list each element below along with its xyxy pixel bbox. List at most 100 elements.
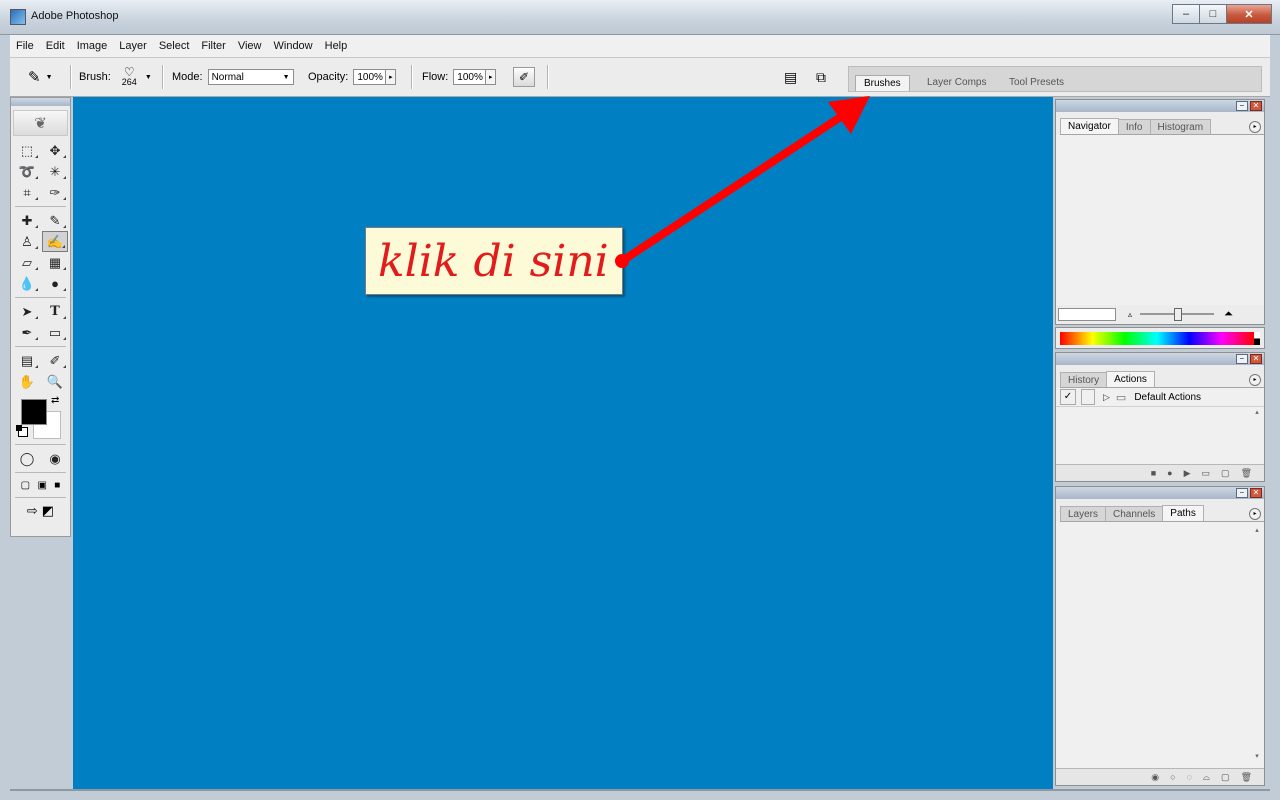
slice-tool-icon[interactable]: ✑	[42, 182, 68, 203]
palette-close-button[interactable]: ✕	[1250, 488, 1262, 498]
menu-select[interactable]: Select	[153, 40, 196, 52]
move-tool-icon[interactable]: ✥	[42, 140, 68, 161]
toggle-palettes-icon[interactable]: ⧉	[816, 69, 826, 86]
lasso-tool-icon[interactable]: ➰	[14, 161, 40, 182]
imageready-icon[interactable]: ◩	[42, 503, 54, 519]
path-selection-tool-icon[interactable]: ➤	[14, 301, 40, 322]
marquee-tool-icon[interactable]: ⬚	[14, 140, 40, 161]
menu-view[interactable]: View	[232, 40, 268, 52]
tool-preset-picker[interactable]: ✎ ▼	[28, 58, 53, 96]
color-spectrum-ramp[interactable]	[1060, 332, 1254, 345]
vertical-scrollbar[interactable]: ▴▾	[1252, 526, 1262, 760]
adobe-online-feather-icon[interactable]: ❦	[13, 110, 68, 136]
list-item[interactable]: ✓ ▷ ▭ Default Actions	[1056, 388, 1264, 407]
blur-tool-icon[interactable]: 💧	[14, 273, 40, 294]
eraser-tool-icon[interactable]: ▱	[14, 252, 40, 273]
trash-icon[interactable]: 🗑	[1241, 772, 1252, 783]
tab-histogram[interactable]: Histogram	[1149, 119, 1212, 134]
clone-stamp-tool-icon[interactable]: ♙	[14, 231, 40, 252]
pen-tool-icon[interactable]: ✒	[14, 322, 40, 343]
well-tab-tool-presets[interactable]: Tool Presets	[1001, 75, 1072, 90]
fill-path-icon[interactable]: ◉	[1151, 772, 1159, 783]
stop-icon[interactable]: ■	[1151, 468, 1156, 478]
close-button[interactable]: ✕	[1226, 4, 1272, 24]
opacity-input[interactable]: 100%	[353, 69, 387, 85]
palette-minimize-button[interactable]: –	[1236, 488, 1248, 498]
airbrush-toggle-button[interactable]: ✐	[513, 67, 535, 87]
tab-actions[interactable]: Actions	[1106, 371, 1155, 387]
magic-wand-tool-icon[interactable]: ✳	[42, 161, 68, 182]
palette-minimize-button[interactable]: –	[1236, 101, 1248, 111]
file-browser-icon[interactable]: ▤	[784, 69, 797, 86]
stroke-path-icon[interactable]: ○	[1170, 772, 1175, 782]
standard-mode-icon[interactable]: ◯	[14, 448, 40, 469]
menu-layer[interactable]: Layer	[113, 40, 153, 52]
flow-input[interactable]: 100%	[453, 69, 487, 85]
palette-menu-icon[interactable]: ▸	[1249, 374, 1261, 386]
chevron-down-icon[interactable]: ▼	[145, 74, 152, 81]
palette-title-bar[interactable]: – ✕	[1056, 487, 1264, 499]
tab-channels[interactable]: Channels	[1105, 506, 1164, 521]
toolbox-title-bar[interactable]	[11, 98, 70, 106]
minimize-button[interactable]: –	[1172, 4, 1200, 24]
dodge-tool-icon[interactable]: ●	[42, 273, 68, 294]
brush-picker[interactable]: ♡ 264	[122, 66, 137, 87]
opacity-slider-toggle[interactable]: ▸	[385, 69, 397, 85]
rectangle-tool-icon[interactable]: ▭	[42, 322, 68, 343]
zoom-in-icon[interactable]: ⏶	[1224, 308, 1233, 321]
maximize-button[interactable]: □	[1199, 4, 1227, 24]
tab-info[interactable]: Info	[1117, 119, 1151, 134]
menu-edit[interactable]: Edit	[40, 40, 71, 52]
zoom-percent-input[interactable]	[1058, 307, 1116, 321]
gradient-tool-icon[interactable]: ▦	[42, 252, 68, 273]
tab-paths[interactable]: Paths	[1162, 505, 1204, 521]
notes-tool-icon[interactable]: ▤	[14, 350, 40, 371]
checkmark-icon[interactable]: ✓	[1060, 389, 1076, 405]
type-tool-icon[interactable]: T	[42, 301, 68, 322]
menu-window[interactable]: Window	[268, 40, 319, 52]
record-icon[interactable]: ●	[1167, 468, 1172, 478]
zoom-tool-icon[interactable]: 🔍	[42, 371, 68, 392]
eyedropper-tool-icon[interactable]: ✐	[42, 350, 68, 371]
menu-image[interactable]: Image	[71, 40, 114, 52]
flow-slider-toggle[interactable]: ▸	[485, 69, 497, 85]
full-screen-menu-mode-icon[interactable]: ▣	[37, 480, 46, 491]
dialog-toggle-box[interactable]	[1081, 389, 1095, 405]
tab-layers[interactable]: Layers	[1060, 506, 1107, 521]
palette-close-button[interactable]: ✕	[1250, 101, 1262, 111]
palette-title-bar[interactable]: – ✕	[1056, 100, 1264, 112]
new-path-icon[interactable]: ▢	[1221, 772, 1230, 783]
tab-history[interactable]: History	[1060, 372, 1108, 387]
crop-tool-icon[interactable]: ⌗	[14, 182, 40, 203]
black-white-swatch[interactable]	[1254, 332, 1260, 345]
zoom-slider[interactable]	[1140, 308, 1215, 321]
tab-navigator[interactable]: Navigator	[1060, 118, 1119, 134]
expand-triangle-icon[interactable]: ▷	[1103, 392, 1110, 403]
quick-mask-mode-icon[interactable]: ◉	[42, 448, 68, 469]
load-selection-icon[interactable]: ◌	[1187, 772, 1192, 782]
swap-colors-icon[interactable]: ⇄	[51, 395, 59, 406]
well-tab-layer-comps[interactable]: Layer Comps	[919, 75, 994, 90]
zoom-slider-thumb[interactable]	[1174, 308, 1183, 321]
vertical-scrollbar[interactable]: ▴▾	[1252, 408, 1262, 472]
full-screen-mode-icon[interactable]: ■	[54, 480, 60, 491]
hand-tool-icon[interactable]: ✋	[14, 371, 40, 392]
foreground-color-swatch[interactable]	[21, 399, 47, 425]
trash-icon[interactable]: 🗑	[1241, 468, 1252, 479]
palette-menu-icon[interactable]: ▸	[1249, 508, 1261, 520]
palette-close-button[interactable]: ✕	[1250, 354, 1262, 364]
palette-title-bar[interactable]: – ✕	[1056, 353, 1264, 365]
brush-tool-icon[interactable]: ✎	[42, 210, 68, 231]
play-icon[interactable]: ▶	[1184, 468, 1191, 479]
palette-menu-icon[interactable]: ▸	[1249, 121, 1261, 133]
history-brush-tool-icon[interactable]: ✍	[42, 231, 68, 252]
healing-brush-tool-icon[interactable]: ✚	[14, 210, 40, 231]
menu-file[interactable]: File	[10, 40, 40, 52]
new-set-folder-icon[interactable]: ▭	[1202, 468, 1211, 479]
palette-minimize-button[interactable]: –	[1236, 354, 1248, 364]
menu-filter[interactable]: Filter	[195, 40, 231, 52]
zoom-out-icon[interactable]: ▵	[1128, 310, 1132, 319]
menu-help[interactable]: Help	[319, 40, 354, 52]
default-colors-icon[interactable]	[16, 425, 28, 437]
standard-screen-mode-icon[interactable]: ▢	[21, 480, 30, 491]
